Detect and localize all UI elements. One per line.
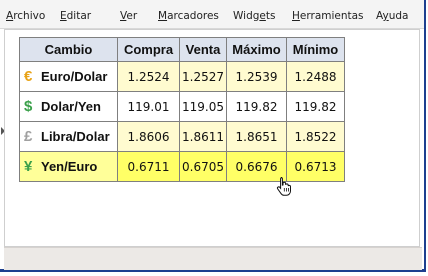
menu-bar: Archivo Editar Ver Marcadores Widgets He… bbox=[0, 0, 424, 29]
header-minimo: Mínimo bbox=[286, 37, 345, 62]
pair-label: Dolar/Yen bbox=[41, 99, 101, 114]
menu-marcadores[interactable]: Marcadores bbox=[158, 9, 219, 23]
pair-cell: ¥ Yen/Euro bbox=[19, 151, 118, 182]
venta-cell: 1.2527 bbox=[179, 61, 227, 92]
pair-label: Euro/Dolar bbox=[41, 69, 108, 84]
minimo-cell: 1.8522 bbox=[286, 121, 345, 152]
table-row[interactable]: $ Dolar/Yen 119.01 119.05 119.82 119.82 bbox=[19, 91, 345, 122]
compra-cell: 119.01 bbox=[117, 91, 180, 122]
dollar-icon: $ bbox=[24, 98, 33, 115]
table-row-highlighted[interactable]: ¥ Yen/Euro 0.6711 0.6705 0.6676 0.6713 bbox=[19, 151, 345, 182]
pair-label: Libra/Dolar bbox=[41, 129, 110, 144]
venta-cell: 119.05 bbox=[179, 91, 227, 122]
minimo-cell: 0.6713 bbox=[286, 151, 345, 182]
header-cambio: Cambio bbox=[19, 37, 118, 62]
minimo-cell: 1.2488 bbox=[286, 61, 345, 92]
status-bar bbox=[4, 247, 422, 270]
menu-editar[interactable]: Editar bbox=[60, 9, 91, 23]
pair-cell: £ Libra/Dolar bbox=[19, 121, 118, 152]
pair-cell: € Euro/Dolar bbox=[19, 61, 118, 92]
pair-label: Yen/Euro bbox=[41, 159, 98, 174]
euro-icon: € bbox=[24, 68, 33, 85]
menu-ayuda[interactable]: Ayuda bbox=[376, 9, 408, 23]
yen-icon: ¥ bbox=[24, 158, 33, 175]
exchange-rate-table: Cambio Compra Venta Máximo Mínimo € Euro/… bbox=[19, 37, 345, 182]
pound-icon: £ bbox=[24, 128, 33, 145]
content-area: Cambio Compra Venta Máximo Mínimo € Euro/… bbox=[4, 29, 420, 247]
table-header-row: Cambio Compra Venta Máximo Mínimo bbox=[19, 37, 345, 62]
compra-cell: 1.2524 bbox=[117, 61, 180, 92]
table-row[interactable]: € Euro/Dolar 1.2524 1.2527 1.2539 1.2488 bbox=[19, 61, 345, 92]
hand-pointer-icon bbox=[276, 177, 291, 196]
venta-cell: 1.8611 bbox=[179, 121, 227, 152]
maximo-cell: 1.8651 bbox=[226, 121, 287, 152]
menu-archivo[interactable]: Archivo bbox=[6, 9, 45, 23]
pair-cell: $ Dolar/Yen bbox=[19, 91, 118, 122]
table-row[interactable]: £ Libra/Dolar 1.8606 1.8611 1.8651 1.8522 bbox=[19, 121, 345, 152]
compra-cell: 1.8606 bbox=[117, 121, 180, 152]
maximo-cell: 1.2539 bbox=[226, 61, 287, 92]
maximo-cell: 119.82 bbox=[226, 91, 287, 122]
compra-cell: 0.6711 bbox=[117, 151, 180, 182]
menu-widgets[interactable]: Widgets bbox=[233, 9, 275, 23]
menu-ver[interactable]: Ver bbox=[120, 9, 137, 23]
menu-herramientas[interactable]: Herramientas bbox=[292, 9, 364, 23]
header-maximo: Máximo bbox=[226, 37, 287, 62]
app-window: Archivo Editar Ver Marcadores Widgets He… bbox=[0, 0, 426, 272]
venta-cell: 0.6705 bbox=[179, 151, 227, 182]
header-compra: Compra bbox=[117, 37, 180, 62]
minimo-cell: 119.82 bbox=[286, 91, 345, 122]
header-venta: Venta bbox=[179, 37, 227, 62]
